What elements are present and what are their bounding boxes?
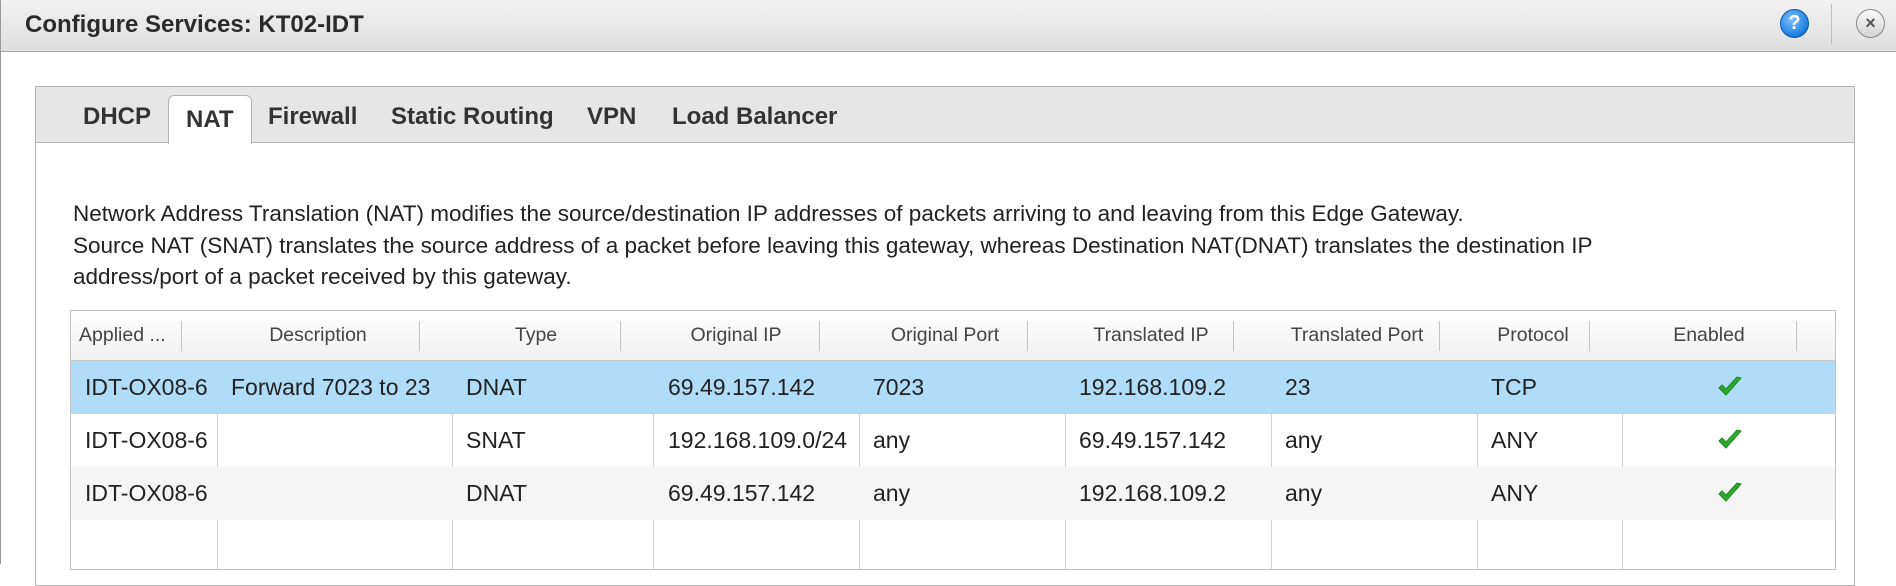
dialog-title: Configure Services: KT02-IDT xyxy=(25,11,364,38)
cell-original-ip: 69.49.157.142 xyxy=(668,480,816,506)
cell-type: DNAT xyxy=(466,480,527,506)
header-resize-handle[interactable] xyxy=(1589,321,1590,351)
column-header-translated-ip[interactable]: Translated IP xyxy=(1065,311,1237,360)
header-resize-handle[interactable] xyxy=(1796,321,1797,351)
enabled-check-icon[interactable] xyxy=(1717,428,1743,452)
description-line: Source NAT (SNAT) translates the source … xyxy=(73,232,1593,258)
table-row[interactable]: IDT-OX08-6 Forward 7023 to 23 DNAT 69.49… xyxy=(71,361,1835,414)
table-row[interactable]: IDT-OX08-6 DNAT 69.49.157.142 any 192.16… xyxy=(71,467,1835,520)
cell-translated-port: any xyxy=(1285,480,1323,506)
tab-static-routing[interactable]: Static Routing xyxy=(391,103,554,131)
cell-original-ip: 69.49.157.142 xyxy=(668,374,816,400)
cell-protocol: ANY xyxy=(1491,427,1539,453)
cell-description xyxy=(231,467,451,520)
description-line: address/port of a packet received by thi… xyxy=(73,264,572,289)
dialog-titlebar: Configure Services: KT02-IDT ? × xyxy=(1,0,1896,52)
column-header-protocol[interactable]: Protocol xyxy=(1477,311,1589,360)
header-resize-handle[interactable] xyxy=(1439,321,1440,351)
cell-original-ip: 192.168.109.0/24 xyxy=(668,427,848,453)
tab-firewall[interactable]: Firewall xyxy=(268,103,357,131)
close-icon[interactable]: × xyxy=(1856,9,1885,38)
tab-load-balancer[interactable]: Load Balancer xyxy=(672,103,837,131)
header-resize-handle[interactable] xyxy=(620,321,621,351)
enabled-check-icon[interactable] xyxy=(1717,481,1743,505)
header-resize-handle[interactable] xyxy=(1233,321,1234,351)
cell-description: Forward 7023 to 23 xyxy=(231,374,431,400)
help-icon[interactable]: ? xyxy=(1780,9,1809,38)
nat-description: Network Address Translation (NAT) modifi… xyxy=(73,198,1853,293)
cell-translated-ip: 192.168.109.2 xyxy=(1079,480,1227,506)
services-tabbar: DHCP NAT Firewall Static Routing VPN Loa… xyxy=(36,87,1854,144)
column-header-translated-port[interactable]: Translated Port xyxy=(1271,311,1443,360)
titlebar-divider xyxy=(1831,4,1832,44)
header-resize-handle[interactable] xyxy=(1027,321,1028,351)
column-header-description[interactable]: Description xyxy=(217,311,419,360)
description-line: Network Address Translation (NAT) modifi… xyxy=(73,201,1464,226)
tab-nat[interactable]: NAT xyxy=(168,95,252,144)
cell-protocol: TCP xyxy=(1491,374,1537,400)
cell-type: SNAT xyxy=(466,427,526,453)
column-header-type[interactable]: Type xyxy=(452,311,620,360)
nat-rules-table: Applied ... Description Type Original IP… xyxy=(70,310,1836,570)
table-header: Applied ... Description Type Original IP… xyxy=(71,311,1835,361)
tab-vpn[interactable]: VPN xyxy=(587,103,636,131)
cell-protocol: ANY xyxy=(1491,480,1539,506)
cell-translated-port: any xyxy=(1285,427,1323,453)
cell-type: DNAT xyxy=(466,374,527,400)
header-resize-handle[interactable] xyxy=(419,321,420,351)
column-header-applied[interactable]: Applied ... xyxy=(71,311,217,360)
cell-translated-ip: 69.49.157.142 xyxy=(1079,427,1227,453)
cell-applied: IDT-OX08-6 xyxy=(85,427,208,453)
column-header-enabled[interactable]: Enabled xyxy=(1622,311,1796,360)
tab-dhcp[interactable]: DHCP xyxy=(83,103,151,131)
column-header-original-ip[interactable]: Original IP xyxy=(653,311,819,360)
header-resize-handle[interactable] xyxy=(181,321,182,351)
cell-original-port: any xyxy=(873,480,911,506)
column-header-original-port[interactable]: Original Port xyxy=(859,311,1031,360)
enabled-check-icon[interactable] xyxy=(1717,375,1743,399)
cell-original-port: any xyxy=(873,427,911,453)
table-row[interactable]: IDT-OX08-6 SNAT 192.168.109.0/24 any 69.… xyxy=(71,414,1835,467)
cell-applied: IDT-OX08-6 xyxy=(85,480,208,506)
configure-services-dialog: Configure Services: KT02-IDT ? × DHCP NA… xyxy=(0,0,1896,586)
cell-translated-port: 23 xyxy=(1285,374,1311,400)
cell-description xyxy=(231,414,451,467)
cell-applied: IDT-OX08-6 xyxy=(85,374,208,400)
cell-translated-ip: 192.168.109.2 xyxy=(1079,374,1227,400)
cell-original-port: 7023 xyxy=(873,374,925,400)
header-resize-handle[interactable] xyxy=(819,321,820,351)
